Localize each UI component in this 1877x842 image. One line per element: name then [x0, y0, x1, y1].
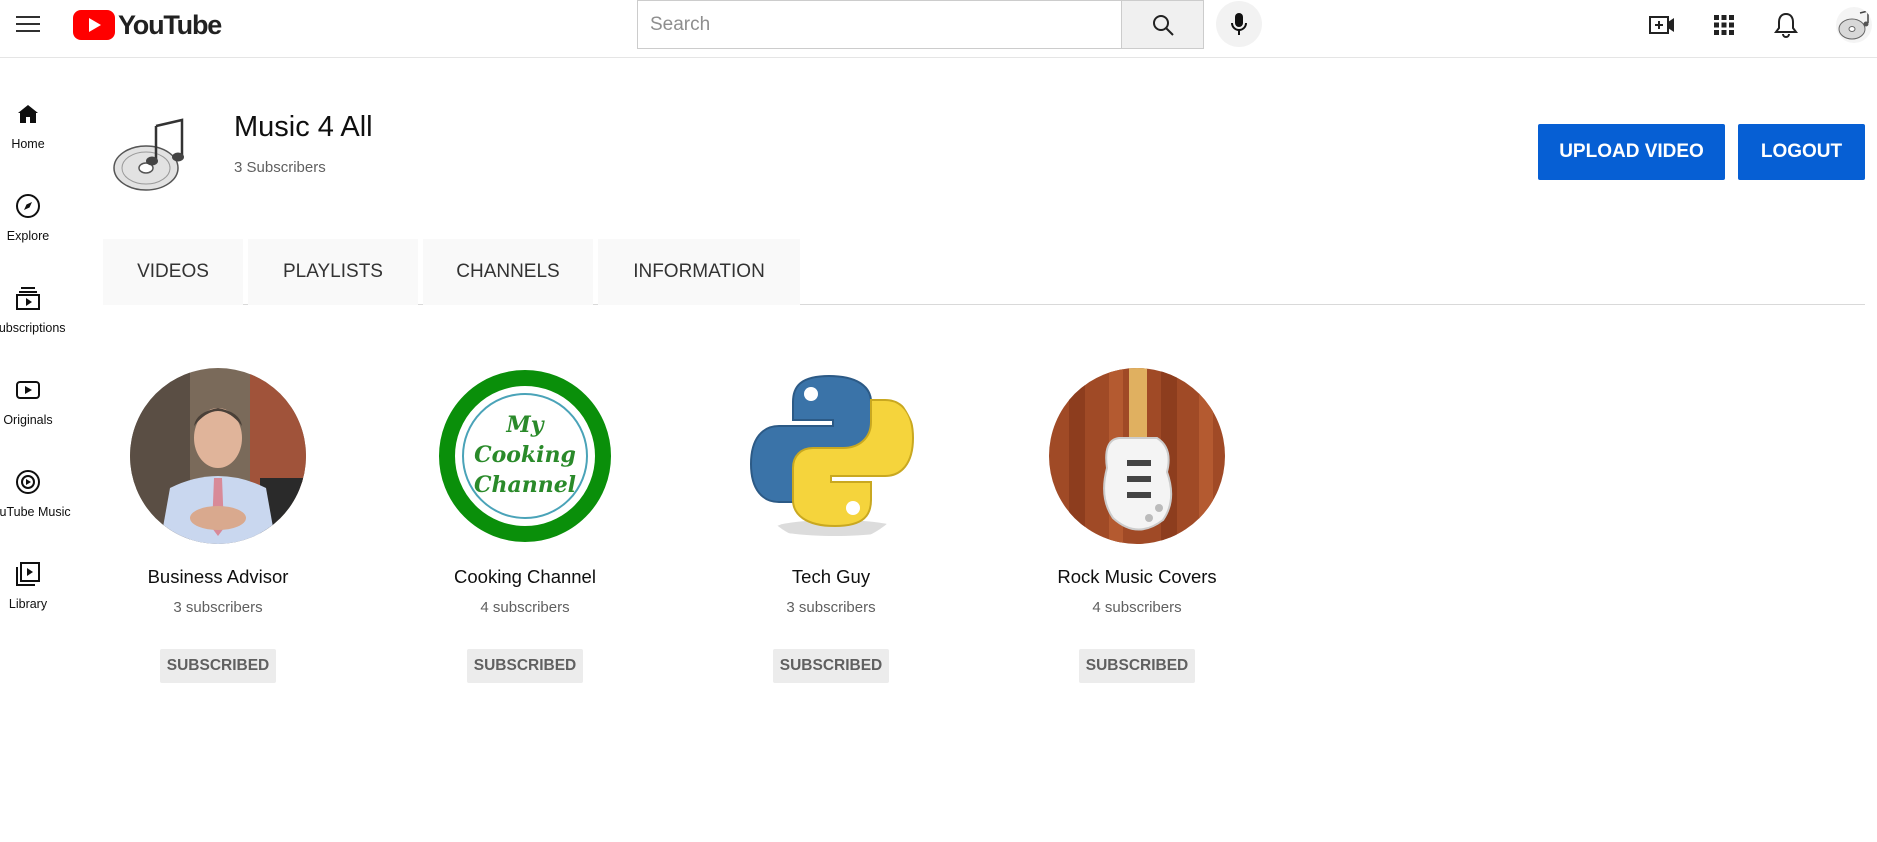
channel-name[interactable]: Business Advisor	[148, 566, 289, 588]
search-input[interactable]	[637, 0, 1121, 49]
logo-text-line: My	[505, 412, 545, 438]
tech-guy-avatar[interactable]	[743, 368, 919, 544]
subscribed-button[interactable]: SUBSCRIBED	[1079, 649, 1195, 683]
tab-information[interactable]: INFORMATION	[598, 239, 800, 305]
subscribed-button[interactable]: SUBSCRIBED	[467, 649, 583, 683]
sidebar-item-library[interactable]: Library	[0, 536, 64, 612]
menu-icon[interactable]	[14, 10, 42, 38]
voice-search-button[interactable]	[1216, 1, 1262, 47]
top-bar: YouTube	[0, 0, 1877, 58]
channel-subscriber-count: 4 subscribers	[480, 599, 570, 616]
apps-icon	[1714, 15, 1734, 35]
youtube-logo[interactable]: YouTube	[73, 9, 222, 40]
sidebar-item-subscriptions[interactable]: Subscriptions	[0, 260, 66, 336]
search-bar	[637, 0, 1204, 49]
subscriptions-icon	[14, 284, 42, 312]
channel-card: Rock Music Covers 4 subscribers SUBSCRIB…	[1017, 368, 1257, 683]
notifications-icon	[1774, 12, 1798, 38]
business-advisor-avatar[interactable]	[130, 368, 306, 544]
logout-button[interactable]: LOGOUT	[1738, 124, 1865, 180]
channel-tabs: VIDEOS PLAYLISTS CHANNELS INFORMATION	[103, 239, 1865, 305]
sidebar-item-label: Explore	[6, 229, 50, 243]
tab-videos[interactable]: VIDEOS	[103, 239, 243, 305]
tab-channels[interactable]: CHANNELS	[423, 239, 593, 305]
subscribed-button[interactable]: SUBSCRIBED	[773, 649, 889, 683]
channel-subscriber-count: 3 subscribers	[786, 599, 876, 616]
sidebar-item-label: Library	[8, 597, 48, 611]
create-video-icon	[1649, 16, 1674, 34]
logo-text-line: Channel	[474, 472, 576, 498]
upload-video-button[interactable]: UPLOAD VIDEO	[1538, 124, 1725, 180]
notifications-button[interactable]	[1769, 8, 1803, 42]
cooking-channel-avatar[interactable]: My Cooking Channel	[437, 368, 613, 544]
youtube-play-icon	[73, 10, 115, 40]
library-icon	[14, 560, 42, 588]
cooking-logo-icon: My Cooking Channel	[437, 368, 613, 544]
channel-subscriber-count: 3 subscribers	[173, 599, 263, 616]
channel-subscriber-count: 3 Subscribers	[234, 159, 326, 176]
account-avatar[interactable]	[1836, 7, 1872, 43]
music-disc-avatar	[1836, 7, 1872, 43]
guitar-photo-icon	[1049, 368, 1225, 544]
compass-icon	[14, 192, 42, 220]
music-disc-icon	[113, 118, 184, 191]
logo-text-line: Cooking	[474, 442, 576, 468]
tab-playlists[interactable]: PLAYLISTS	[248, 239, 418, 305]
channel-card: My Cooking Channel Cooking Channel 4 sub…	[405, 368, 645, 683]
channel-title: Music 4 All	[234, 111, 373, 143]
channel-card: Tech Guy 3 subscribers SUBSCRIBED	[711, 368, 951, 683]
sidebar-item-youtube-music[interactable]: YouTube Music	[0, 444, 71, 520]
person-photo-icon	[130, 368, 306, 544]
subscribed-button[interactable]: SUBSCRIBED	[160, 649, 276, 683]
rock-music-covers-avatar[interactable]	[1049, 368, 1225, 544]
music-icon	[14, 468, 42, 496]
apps-button[interactable]	[1707, 8, 1741, 42]
sidebar: Home Explore Subscriptions Originals You…	[0, 58, 72, 842]
originals-icon	[14, 376, 42, 404]
python-logo-icon	[743, 368, 919, 544]
create-video-button[interactable]	[1645, 8, 1679, 42]
sidebar-item-label: Originals	[3, 413, 53, 427]
channel-card: Business Advisor 3 subscribers SUBSCRIBE…	[98, 368, 338, 683]
channel-name[interactable]: Tech Guy	[792, 566, 870, 588]
channel-avatar	[110, 112, 194, 196]
sidebar-item-explore[interactable]: Explore	[0, 168, 64, 244]
channel-name[interactable]: Cooking Channel	[454, 566, 596, 588]
sidebar-item-label: Home	[11, 137, 45, 151]
sidebar-item-label: YouTube Music	[0, 505, 71, 519]
channel-name[interactable]: Rock Music Covers	[1057, 566, 1216, 588]
channel-subscriber-count: 4 subscribers	[1092, 599, 1182, 616]
search-icon	[1152, 14, 1174, 36]
search-button[interactable]	[1121, 0, 1204, 49]
sidebar-item-home[interactable]: Home	[0, 76, 64, 152]
mic-icon	[1231, 13, 1247, 35]
sidebar-item-originals[interactable]: Originals	[0, 352, 64, 428]
sidebar-item-label: Subscriptions	[0, 321, 66, 335]
home-icon	[14, 100, 42, 128]
logo-text: YouTube	[118, 9, 222, 40]
